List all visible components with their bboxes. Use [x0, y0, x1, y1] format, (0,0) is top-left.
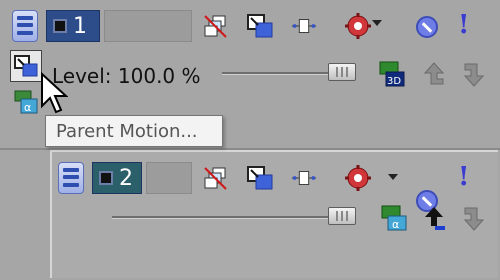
track2-name-field[interactable]: [146, 162, 192, 194]
track2-level-slider-thumb[interactable]: [328, 207, 356, 225]
make-compositing-child-icon[interactable]: [460, 204, 488, 232]
track1-level-label: Level: 100.0 %: [52, 64, 201, 88]
track1-number-badge[interactable]: 1: [46, 10, 100, 42]
track1-name-field[interactable]: [104, 10, 192, 42]
parent-motion-icon[interactable]: [10, 50, 42, 82]
film-strip-icon: [99, 171, 113, 185]
svg-text:α: α: [24, 101, 31, 114]
alpha-compositing-icon[interactable]: α: [12, 88, 40, 116]
chevron-down-icon[interactable]: [372, 20, 382, 26]
track1-level-slider-track[interactable]: [222, 72, 342, 75]
track1-number: 1: [73, 13, 87, 39]
alpha-compositing-icon[interactable]: α: [380, 204, 408, 232]
make-compositing-parent-icon[interactable]: [420, 60, 448, 88]
composite-mode-icon[interactable]: [202, 12, 230, 40]
track1-collapse-button[interactable]: [12, 10, 38, 42]
composite-mode-icon[interactable]: [202, 164, 230, 192]
track2-number: 2: [119, 165, 133, 191]
solo-icon[interactable]: !: [458, 162, 469, 192]
track2-collapse-button[interactable]: [58, 162, 84, 194]
make-compositing-child-icon[interactable]: [460, 60, 488, 88]
parent-motion-tooltip: Parent Motion...: [45, 115, 223, 147]
track-motion-icon[interactable]: [290, 12, 318, 40]
track2-level-slider-track[interactable]: [112, 216, 342, 219]
track1-level-slider-thumb[interactable]: [328, 63, 356, 81]
mute-icon[interactable]: [416, 16, 438, 38]
track2-number-badge[interactable]: 2: [92, 162, 142, 194]
solo-icon[interactable]: !: [458, 10, 469, 40]
svg-text:α: α: [392, 218, 399, 231]
film-strip-icon: [53, 19, 67, 33]
pan-crop-icon[interactable]: [246, 12, 274, 40]
track-fx-icon[interactable]: [344, 12, 372, 40]
pan-crop-icon[interactable]: [246, 164, 274, 192]
3d-compositing-icon[interactable]: 3D: [378, 60, 406, 88]
make-compositing-parent-icon[interactable]: [420, 204, 448, 232]
chevron-down-icon[interactable]: [388, 174, 398, 180]
track-motion-icon[interactable]: [290, 164, 318, 192]
svg-text:3D: 3D: [387, 76, 401, 87]
track-fx-icon[interactable]: [344, 164, 372, 192]
